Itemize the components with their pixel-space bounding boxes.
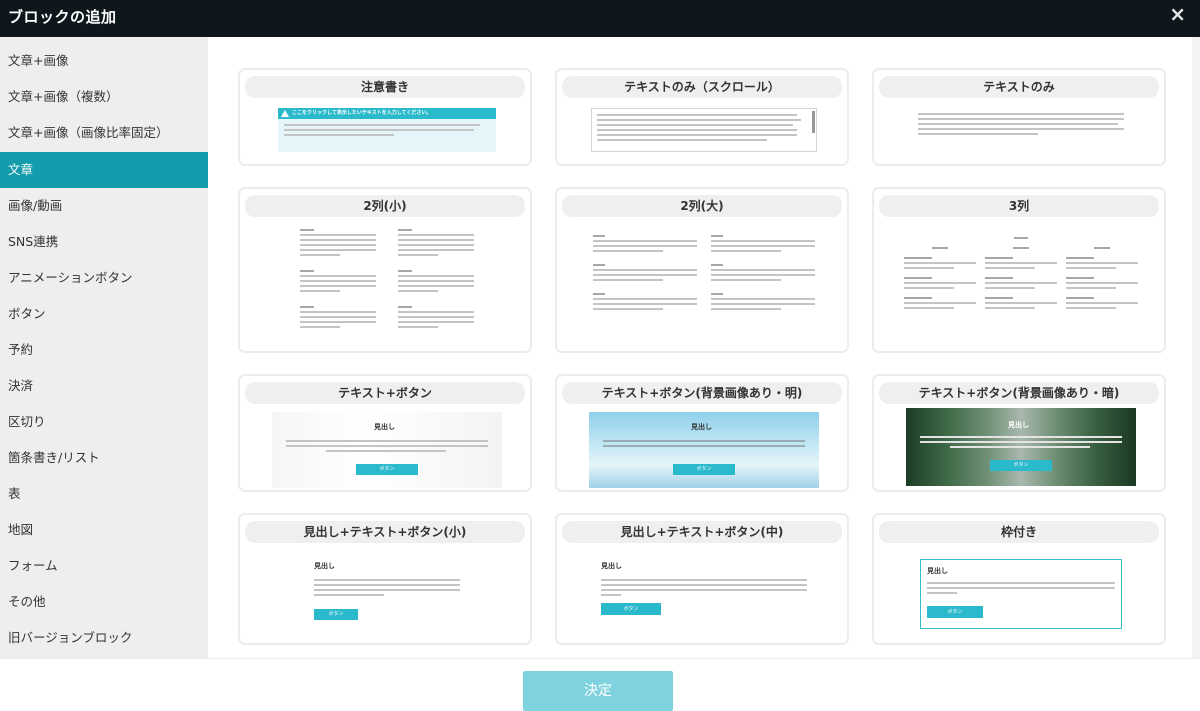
- sidebar-item-animation-button[interactable]: アニメーションボタン: [0, 260, 208, 296]
- sidebar-item-payment[interactable]: 決済: [0, 368, 208, 404]
- sidebar-item-form[interactable]: フォーム: [0, 548, 208, 584]
- block-card-text-scroll[interactable]: テキストのみ（スクロール）: [555, 68, 849, 166]
- dialog-footer: 決定: [0, 658, 1200, 711]
- sidebar-item-reservation[interactable]: 予約: [0, 332, 208, 368]
- preview-button: ボタン: [927, 606, 983, 618]
- block-card-two-column-large[interactable]: 2列(大): [555, 187, 849, 353]
- block-card-text-button[interactable]: テキスト+ボタン 見出し ボタン: [238, 374, 532, 492]
- preview-heading: 見出し: [927, 567, 948, 575]
- sidebar-item-sns[interactable]: SNS連携: [0, 224, 208, 260]
- card-title: 2列(大): [562, 195, 842, 217]
- notice-header-text: ここをクリックして表示したいテキストを入力してください。: [292, 110, 432, 116]
- scroll-preview: [591, 108, 817, 152]
- category-sidebar: 文章+画像 文章+画像（複数） 文章+画像（画像比率固定） 文章 画像/動画 S…: [0, 37, 208, 658]
- block-card-heading-text-button-medium[interactable]: 見出し+テキスト+ボタン(中) 見出し ボタン: [555, 513, 849, 645]
- notice-preview: ここをクリックして表示したいテキストを入力してください。: [278, 108, 496, 152]
- preview-heading: 見出し: [1008, 421, 1029, 429]
- sidebar-item-text[interactable]: 文章: [0, 152, 208, 188]
- preview-button: ボタン: [673, 464, 735, 475]
- card-title: テキストのみ: [879, 76, 1159, 98]
- card-title: テキスト+ボタン(背景画像あり・明): [562, 382, 842, 404]
- card-title: 3列: [879, 195, 1159, 217]
- block-card-three-column[interactable]: 3列: [872, 187, 1166, 353]
- sidebar-item-map[interactable]: 地図: [0, 512, 208, 548]
- card-title: 注意書き: [245, 76, 525, 98]
- scrollbar-thumb: [812, 111, 815, 133]
- sidebar-item-text-image-fixed-ratio[interactable]: 文章+画像（画像比率固定）: [0, 115, 208, 151]
- block-card-text-button-dark-bg[interactable]: テキスト+ボタン(背景画像あり・暗) 見出し ボタン: [872, 374, 1166, 492]
- block-card-text-button-light-bg[interactable]: テキスト+ボタン(背景画像あり・明) 見出し ボタン: [555, 374, 849, 492]
- light-bg-preview: 見出し ボタン: [589, 412, 819, 488]
- two-column-small-preview: [300, 229, 476, 345]
- block-card-framed[interactable]: 枠付き 見出し ボタン: [872, 513, 1166, 645]
- preview-heading: 見出し: [314, 562, 335, 570]
- card-title: 見出し+テキスト+ボタン(小): [245, 521, 525, 543]
- heading-text-button-medium-preview: 見出し ボタン: [601, 561, 807, 631]
- sidebar-item-table[interactable]: 表: [0, 476, 208, 512]
- framed-preview: 見出し ボタン: [920, 559, 1122, 629]
- preview-heading: 見出し: [601, 562, 622, 570]
- card-title: 2列(小): [245, 195, 525, 217]
- block-card-heading-text-button-small[interactable]: 見出し+テキスト+ボタン(小) 見出し ボタン: [238, 513, 532, 645]
- block-gallery: 注意書き ここをクリックして表示したいテキストを入力してください。 テキストのみ…: [208, 37, 1200, 658]
- sidebar-item-text-image[interactable]: 文章+画像: [0, 43, 208, 79]
- card-title: 枠付き: [879, 521, 1159, 543]
- card-title: テキスト+ボタン(背景画像あり・暗): [879, 382, 1159, 404]
- block-card-notice[interactable]: 注意書き ここをクリックして表示したいテキストを入力してください。: [238, 68, 532, 166]
- sidebar-item-divider[interactable]: 区切り: [0, 404, 208, 440]
- block-card-text-only[interactable]: テキストのみ: [872, 68, 1166, 166]
- sidebar-item-image-video[interactable]: 画像/動画: [0, 188, 208, 224]
- card-title: テキストのみ（スクロール）: [562, 76, 842, 98]
- two-column-large-preview: [593, 235, 817, 345]
- preview-button: ボタン: [990, 460, 1052, 471]
- card-title: 見出し+テキスト+ボタン(中): [562, 521, 842, 543]
- three-column-preview: [904, 237, 1138, 347]
- sidebar-item-text-image-multiple[interactable]: 文章+画像（複数）: [0, 79, 208, 115]
- sidebar-item-other[interactable]: その他: [0, 584, 208, 620]
- sidebar-item-list[interactable]: 箇条書き/リスト: [0, 440, 208, 476]
- sidebar-item-button[interactable]: ボタン: [0, 296, 208, 332]
- preview-heading: 見出し: [374, 423, 395, 431]
- block-card-two-column-small[interactable]: 2列(小): [238, 187, 532, 353]
- preview-button: ボタン: [314, 609, 358, 620]
- text-button-preview: 見出し ボタン: [272, 412, 502, 488]
- dialog-title: ブロックの追加: [8, 8, 117, 26]
- preview-heading: 見出し: [691, 423, 712, 431]
- dialog-titlebar: ブロックの追加 ×: [0, 0, 1200, 37]
- notice-header: ここをクリックして表示したいテキストを入力してください。: [278, 108, 496, 119]
- card-title: テキスト+ボタン: [245, 382, 525, 404]
- ok-button[interactable]: 決定: [523, 671, 673, 711]
- heading-text-button-small-preview: 見出し ボタン: [314, 561, 460, 633]
- text-preview: [918, 113, 1124, 149]
- dark-bg-preview: 見出し ボタン: [906, 408, 1136, 486]
- scrollbar[interactable]: [1192, 37, 1200, 658]
- close-icon[interactable]: ×: [1169, 3, 1186, 25]
- sidebar-item-legacy[interactable]: 旧バージョンブロック: [0, 620, 208, 656]
- warning-icon: [281, 110, 289, 117]
- preview-button: ボタン: [356, 464, 418, 475]
- preview-button: ボタン: [601, 603, 661, 615]
